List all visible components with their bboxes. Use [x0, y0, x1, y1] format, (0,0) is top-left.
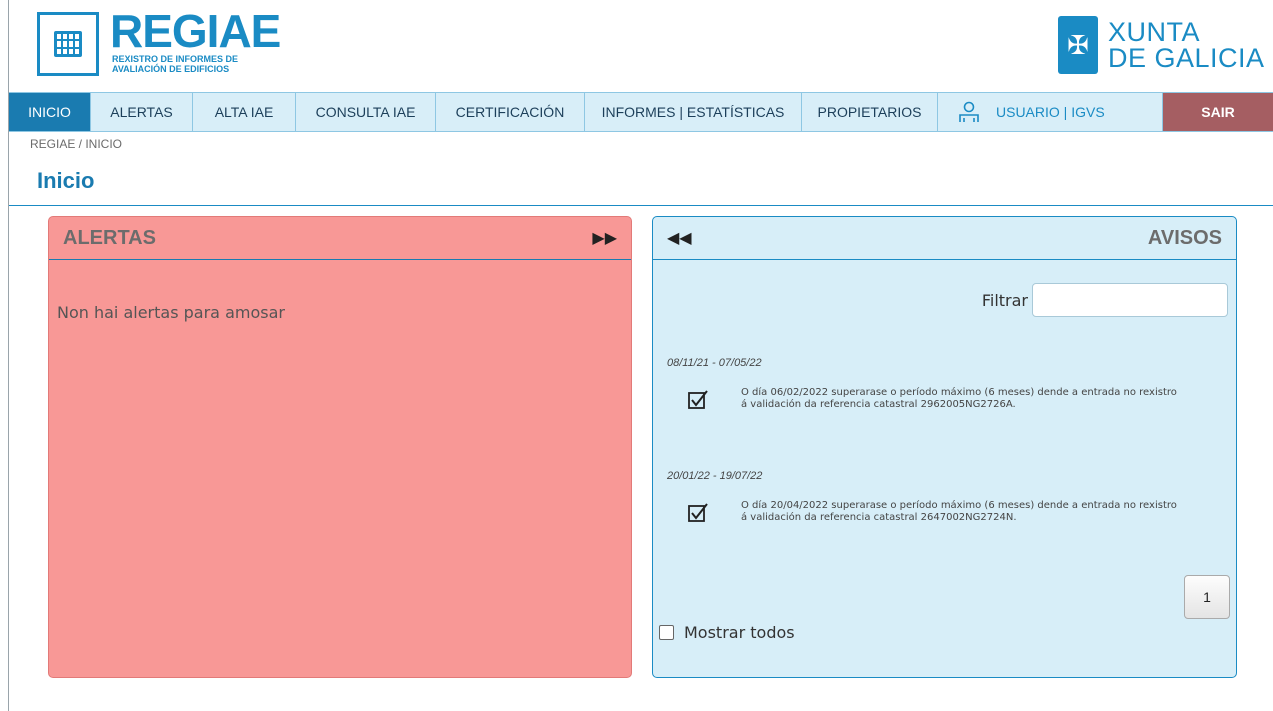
notice-date-range: 08/11/21 - 07/05/22: [667, 357, 762, 369]
sair-button[interactable]: SAIR: [1163, 93, 1273, 131]
pagination-page-button[interactable]: 1: [1184, 575, 1230, 619]
notice-item: O día 20/04/2022 superarase o período má…: [687, 500, 1181, 524]
building-grid-icon: [54, 31, 82, 57]
nav-item-inicio[interactable]: INICIO: [9, 93, 91, 131]
user-icon: [959, 101, 979, 122]
xunta-logo: ✠ XUNTA DE GALICIA: [1058, 16, 1265, 74]
avisos-panel: ◀◀ AVISOS Filtrar 08/11/21 - 07/05/22 O …: [652, 216, 1237, 678]
notice-date-range: 20/01/22 - 19/07/22: [667, 470, 763, 482]
avisos-panel-header: ◀◀ AVISOS: [653, 217, 1236, 260]
collapse-back-icon[interactable]: ◀◀: [667, 228, 692, 248]
nav-item-informes-estatisticas[interactable]: INFORMES | ESTATÍSTICAS: [585, 93, 802, 131]
nav-item-alta-iae[interactable]: ALTA IAE: [193, 93, 296, 131]
brand-title: REGIAE: [110, 5, 281, 57]
filter-row: Filtrar: [982, 283, 1228, 317]
xunta-line1: XUNTA: [1108, 17, 1201, 47]
alertas-panel-header: ALERTAS ▶▶: [49, 217, 631, 260]
notice-text: O día 20/04/2022 superarase o período má…: [741, 500, 1177, 523]
nav-item-consulta-iae[interactable]: CONSULTA IAE: [296, 93, 436, 131]
user-menu[interactable]: USUARIO | IGVS: [938, 93, 1163, 131]
brand-subtitle-line2: AVALIACIÓN DE EDIFICIOS: [112, 64, 230, 74]
main-nav: INICIO ALERTAS ALTA IAE CONSULTA IAE CER…: [9, 92, 1273, 132]
alertas-title: ALERTAS: [63, 226, 156, 249]
checked-checkbox-icon[interactable]: [687, 502, 709, 524]
user-label: USUARIO | IGVS: [996, 104, 1105, 120]
title-divider: [9, 205, 1273, 206]
avisos-title: AVISOS: [1147, 226, 1222, 249]
nav-item-alertas[interactable]: ALERTAS: [91, 93, 193, 131]
notice-text: O día 06/02/2022 superarase o período má…: [741, 387, 1177, 410]
regiae-logo-icon: [37, 12, 99, 76]
notice-item: O día 06/02/2022 superarase o período má…: [687, 387, 1181, 411]
expand-forward-icon[interactable]: ▶▶: [592, 228, 617, 248]
xunta-emblem-icon: ✠: [1058, 16, 1098, 74]
alertas-empty-message: Non hai alertas para amosar: [57, 303, 285, 322]
xunta-line2: DE GALICIA: [1108, 43, 1265, 73]
nav-item-certificacion[interactable]: CERTIFICACIÓN: [436, 93, 585, 131]
header: REGIAE REXISTRO DE INFORMES DE AVALIACIÓ…: [0, 0, 1273, 90]
brand: REGIAE REXISTRO DE INFORMES DE AVALIACIÓ…: [110, 5, 281, 74]
checked-checkbox-icon[interactable]: [687, 389, 709, 411]
breadcrumb: REGIAE / INICIO: [30, 137, 123, 151]
show-all-checkbox[interactable]: [659, 625, 674, 640]
xunta-wordmark: XUNTA DE GALICIA: [1108, 17, 1265, 73]
page-title: Inicio: [37, 168, 95, 193]
filter-input[interactable]: [1032, 283, 1228, 317]
alertas-panel: ALERTAS ▶▶ Non hai alertas para amosar: [48, 216, 632, 678]
show-all-label: Mostrar todos: [684, 623, 795, 642]
show-all-option[interactable]: Mostrar todos: [659, 623, 795, 642]
filter-label: Filtrar: [981, 290, 1028, 310]
nav-item-propietarios[interactable]: PROPIETARIOS: [802, 93, 938, 131]
